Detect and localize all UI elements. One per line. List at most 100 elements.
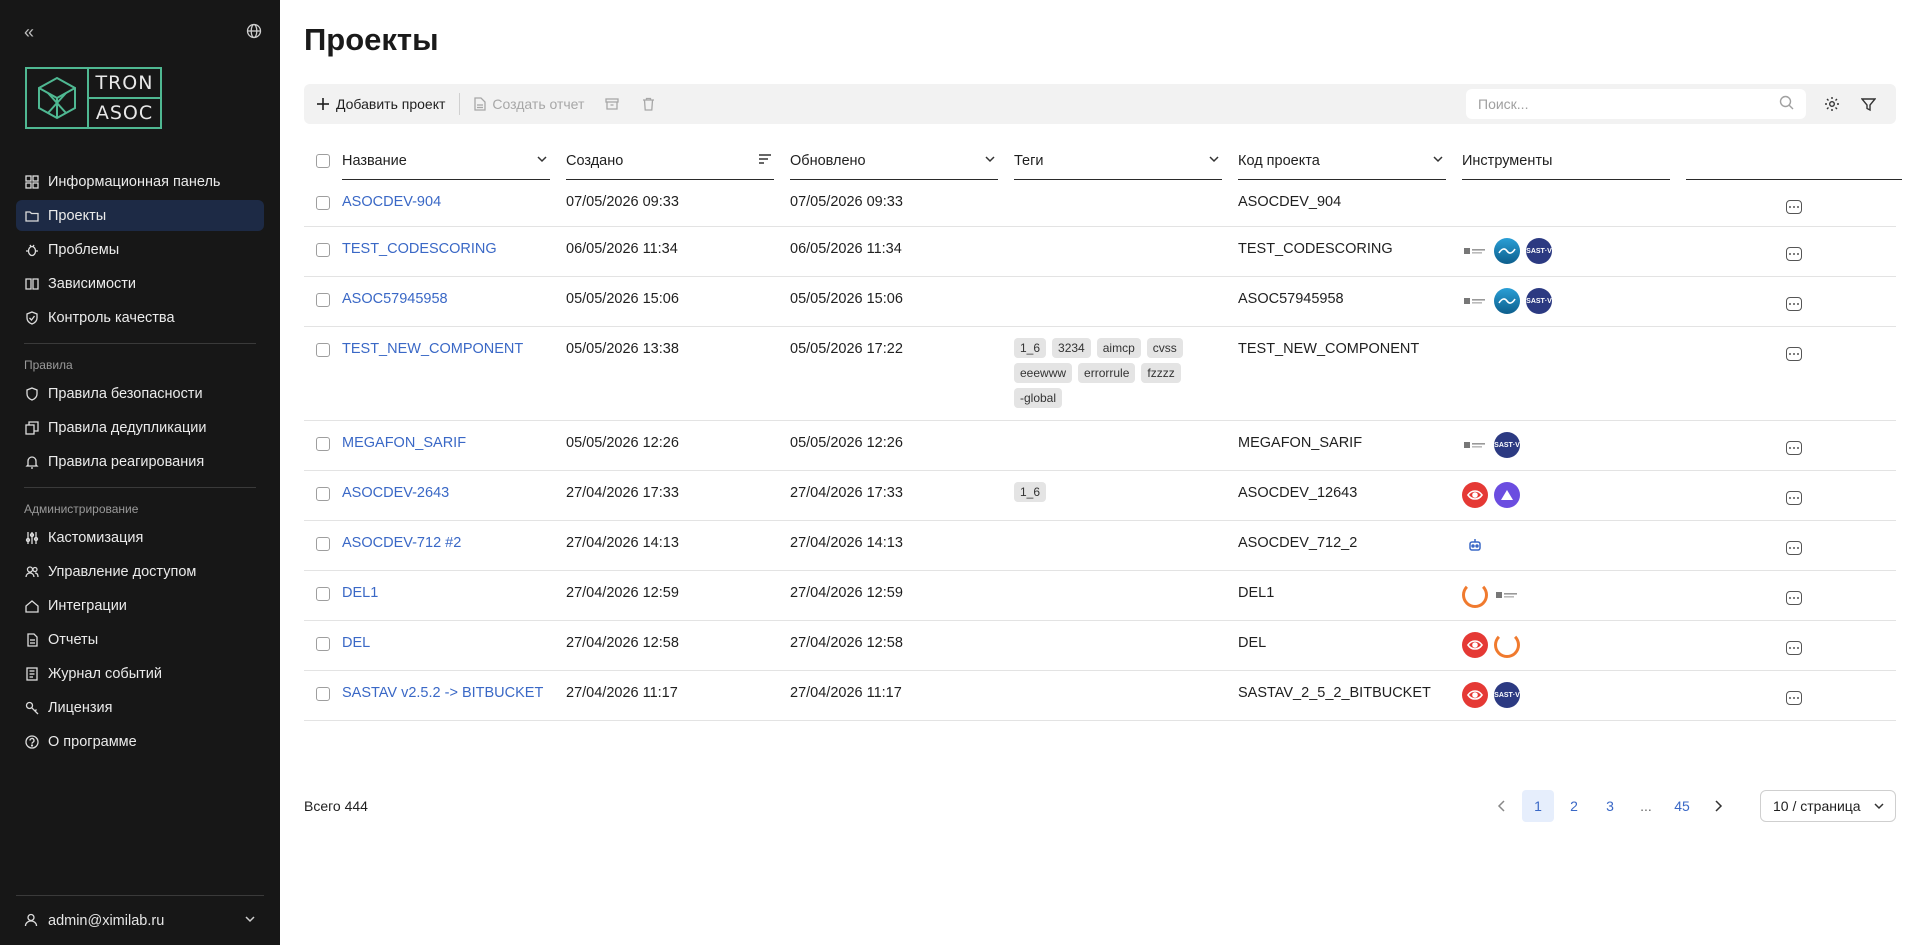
project-link[interactable]: DEL (342, 635, 370, 651)
project-link[interactable]: TEST_CODESCORING (342, 241, 497, 257)
sidebar-item-event-log[interactable]: Журнал событий (16, 658, 264, 689)
sidebar-item-issues[interactable]: Проблемы (16, 234, 264, 265)
tron-asoc-logo[interactable]: TRON ASOC (25, 67, 162, 129)
project-link[interactable]: ASOC57945958 (342, 291, 448, 307)
ring-tool-icon[interactable] (1494, 632, 1520, 658)
project-link[interactable]: MEGAFON_SARIF (342, 435, 466, 451)
column-header-tags[interactable]: Теги (1014, 142, 1222, 180)
column-header-code[interactable]: Код проекта (1238, 142, 1446, 180)
table-row[interactable]: DEL 27/04/2026 12:58 27/04/2026 12:58 DEL (304, 621, 1896, 671)
row-checkbox[interactable] (316, 243, 330, 257)
row-checkbox[interactable] (316, 587, 330, 601)
project-link[interactable]: TEST_NEW_COMPONENT (342, 341, 523, 357)
table-row[interactable]: TEST_NEW_COMPONENT 05/05/2026 13:38 05/05/… (304, 327, 1896, 421)
search-icon[interactable] (1779, 95, 1794, 114)
sidebar-item-quality[interactable]: Контроль качества (16, 302, 264, 333)
table-row[interactable]: SASTAV v2.5.2 -> BITBUCKET 27/04/2026 11:… (304, 671, 1896, 721)
vendor-logo-icon[interactable] (1462, 288, 1488, 314)
sidebar-item-license[interactable]: Лицензия (16, 692, 264, 723)
more-actions-icon[interactable] (1786, 347, 1802, 361)
sast-tool-icon[interactable]: SAST·V (1494, 682, 1520, 708)
sidebar-item-dedup-rules[interactable]: Правила дедупликации (16, 412, 264, 443)
sidebar-item-integrations[interactable]: Интеграции (16, 590, 264, 621)
sidebar-item-security-rules[interactable]: Правила безопасности (16, 378, 264, 409)
more-actions-icon[interactable] (1786, 491, 1802, 505)
more-actions-icon[interactable] (1786, 541, 1802, 555)
sast-tool-icon[interactable]: SAST·V (1494, 432, 1520, 458)
project-link[interactable]: ASOCDEV-2643 (342, 485, 449, 501)
page-button[interactable]: 2 (1558, 790, 1590, 822)
ring-tool-icon[interactable] (1462, 582, 1488, 608)
wave-tool-icon[interactable] (1494, 238, 1520, 264)
eye-tool-icon[interactable] (1462, 482, 1488, 508)
sidebar-item-access[interactable]: Управление доступом (16, 556, 264, 587)
vendor-logo-icon[interactable] (1462, 238, 1488, 264)
page-size-select[interactable]: 10 / страница (1760, 790, 1896, 822)
tag-chip[interactable]: -global (1014, 388, 1063, 408)
more-actions-icon[interactable] (1786, 200, 1802, 214)
vendor-logo-icon[interactable] (1462, 432, 1488, 458)
chevron-down-icon[interactable] (984, 153, 996, 165)
tag-chip[interactable]: cvss (1146, 338, 1183, 358)
page-button[interactable]: 3 (1594, 790, 1626, 822)
select-all-checkbox[interactable] (316, 154, 330, 168)
tag-chip[interactable]: fzzzz (1141, 363, 1181, 383)
row-checkbox[interactable] (316, 637, 330, 651)
more-actions-icon[interactable] (1786, 691, 1802, 705)
project-link[interactable]: DEL1 (342, 585, 378, 601)
column-header-created[interactable]: Создано (566, 142, 774, 180)
table-row[interactable]: DEL1 27/04/2026 12:59 27/04/2026 12:59 DEL1 (304, 571, 1896, 621)
project-link[interactable]: SASTAV v2.5.2 -> BITBUCKET (342, 685, 543, 701)
project-link[interactable]: ASOCDEV-712 #2 (342, 535, 461, 551)
sort-desc-icon[interactable] (758, 153, 772, 165)
tag-chip[interactable]: 3234 (1052, 338, 1091, 358)
filter-button[interactable] (1852, 88, 1884, 120)
page-button[interactable]: 45 (1666, 790, 1698, 822)
row-checkbox[interactable] (316, 196, 330, 210)
delete-button[interactable] (634, 90, 662, 118)
chevron-down-icon[interactable] (536, 153, 548, 165)
table-row[interactable]: TEST_CODESCORING 06/05/2026 11:34 06/05/20… (304, 227, 1896, 277)
table-row[interactable]: MEGAFON_SARIF 05/05/2026 12:26 05/05/2026 … (304, 421, 1896, 471)
sast-tool-icon[interactable]: SAST·V (1526, 288, 1552, 314)
search-input[interactable] (1478, 96, 1779, 112)
sidebar-item-dashboard[interactable]: Информационная панель (16, 166, 264, 197)
row-checkbox[interactable] (316, 487, 330, 501)
table-row[interactable]: ASOCDEV-712 #2 27/04/2026 14:13 27/04/2026… (304, 521, 1896, 571)
sidebar-item-projects[interactable]: Проекты (16, 200, 264, 231)
column-header-updated[interactable]: Обновлено (790, 142, 998, 180)
user-menu[interactable]: admin@ximilab.ru (16, 895, 264, 945)
collapse-sidebar-icon[interactable]: « (24, 23, 34, 41)
sidebar-item-about[interactable]: О программе (16, 726, 264, 757)
row-checkbox[interactable] (316, 537, 330, 551)
table-row[interactable]: ASOCDEV-2643 27/04/2026 17:33 27/04/2026 1… (304, 471, 1896, 521)
row-checkbox[interactable] (316, 293, 330, 307)
create-report-button[interactable]: Создать отчет (474, 96, 584, 112)
row-checkbox[interactable] (316, 343, 330, 357)
column-header-name[interactable]: Название (342, 142, 550, 180)
tag-chip[interactable]: aimcp (1096, 338, 1141, 358)
more-actions-icon[interactable] (1786, 247, 1802, 261)
chevron-down-icon[interactable] (1432, 153, 1444, 165)
project-link[interactable]: ASOCDEV-904 (342, 194, 441, 210)
table-row[interactable]: ASOCDEV-904 07/05/2026 09:33 07/05/2026 09… (304, 180, 1896, 227)
robot-tool-icon[interactable] (1462, 532, 1488, 558)
more-actions-icon[interactable] (1786, 641, 1802, 655)
peak-tool-icon[interactable] (1494, 482, 1520, 508)
archive-button[interactable] (598, 90, 626, 118)
more-actions-icon[interactable] (1786, 591, 1802, 605)
sidebar-item-customization[interactable]: Кастомизация (16, 522, 264, 553)
prev-page-button[interactable] (1486, 790, 1518, 822)
tag-chip[interactable]: errorrule (1078, 363, 1136, 383)
more-actions-icon[interactable] (1786, 297, 1802, 311)
globe-icon[interactable] (246, 23, 262, 42)
sast-tool-icon[interactable]: SAST·V (1526, 238, 1552, 264)
add-project-button[interactable]: Добавить проект (316, 96, 445, 112)
vendor-logo-icon[interactable] (1494, 582, 1520, 608)
row-checkbox[interactable] (316, 687, 330, 701)
sidebar-item-response-rules[interactable]: Правила реагирования (16, 446, 264, 477)
settings-button[interactable] (1816, 88, 1848, 120)
table-row[interactable]: ASOC57945958 05/05/2026 15:06 05/05/2026 1… (304, 277, 1896, 327)
eye-tool-icon[interactable] (1462, 682, 1488, 708)
next-page-button[interactable] (1702, 790, 1734, 822)
